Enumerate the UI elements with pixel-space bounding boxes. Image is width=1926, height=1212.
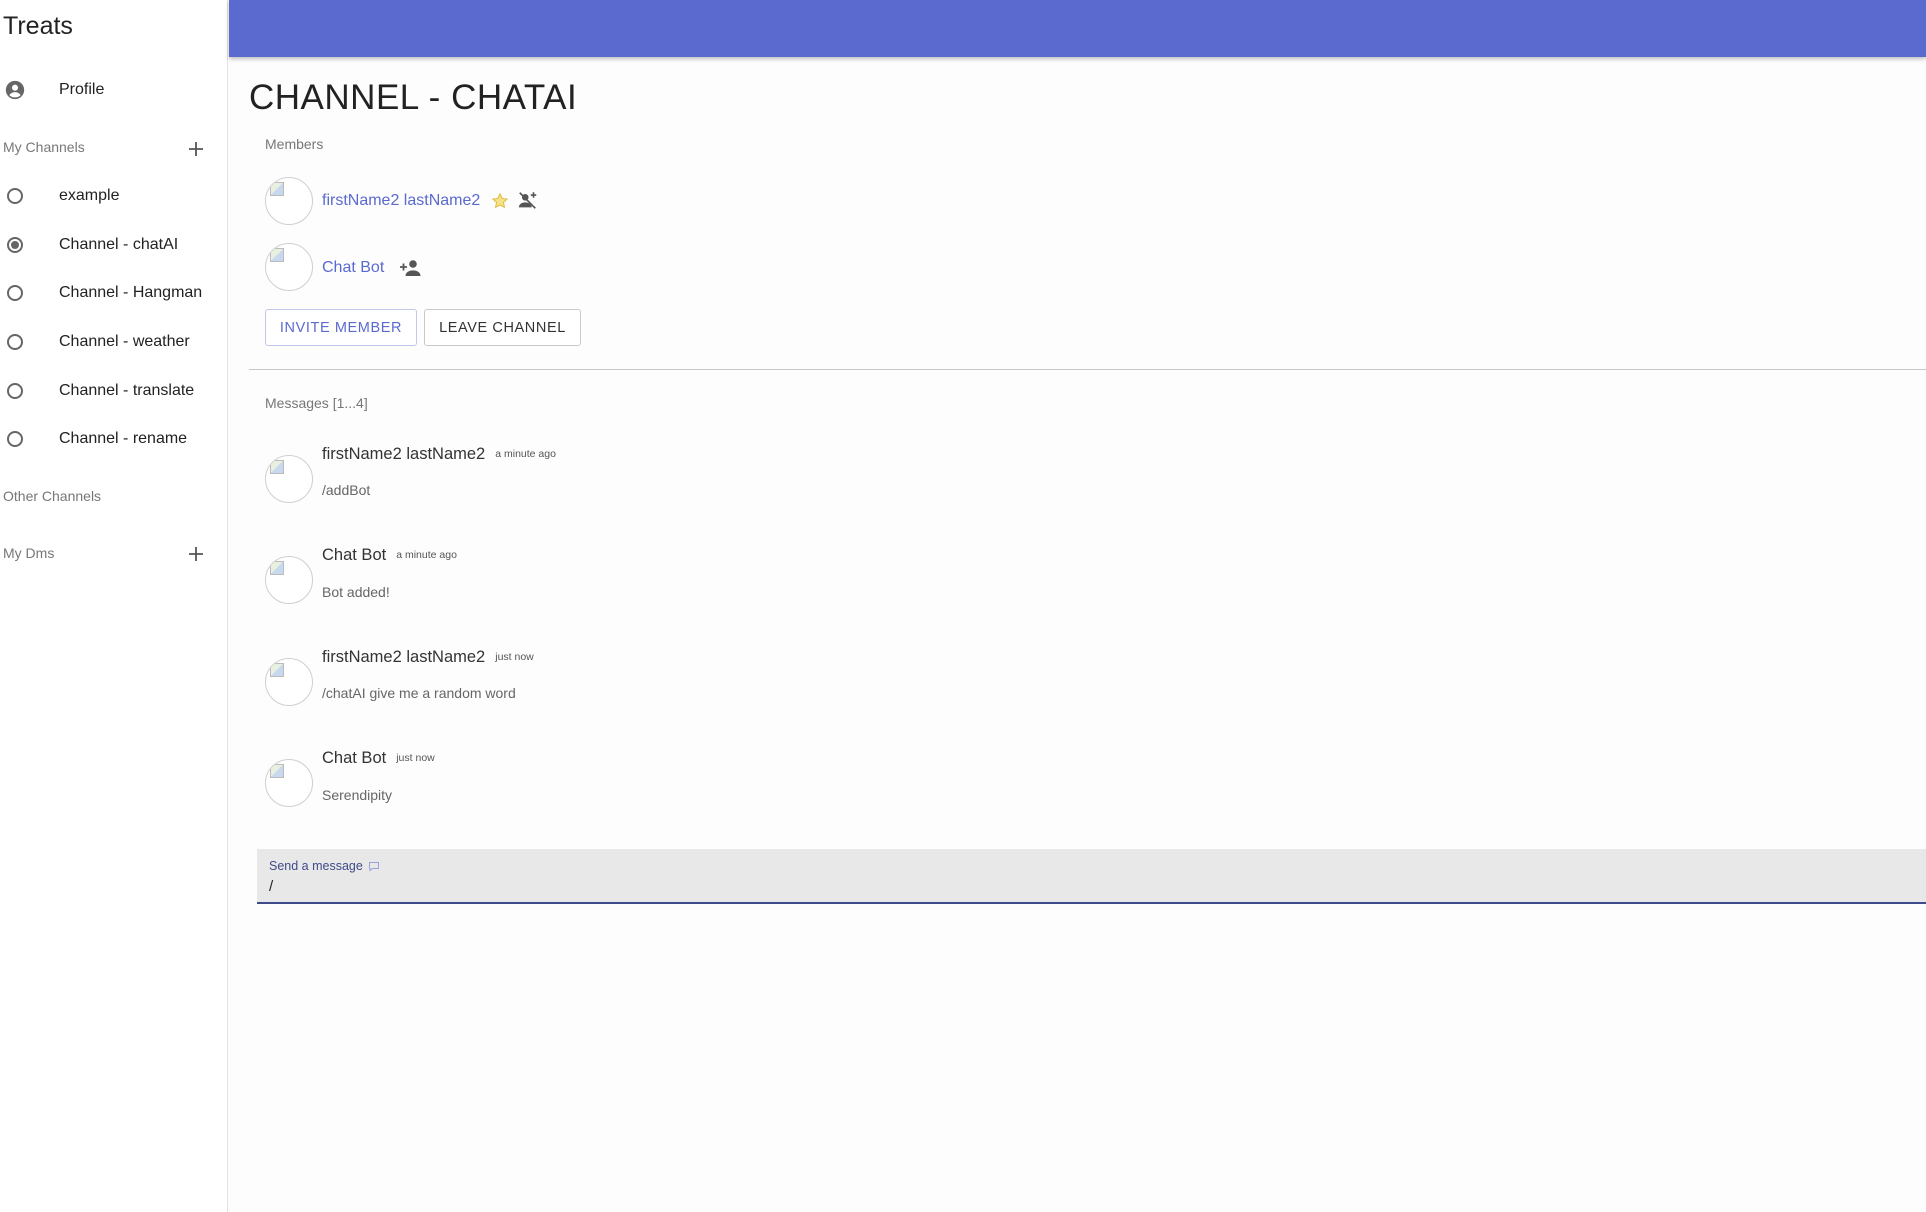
my-dms-heading: My Dms <box>3 545 55 561</box>
message-text: Bot added! <box>322 584 390 600</box>
messages-heading: Messages [1...4] <box>265 395 368 411</box>
composer-label-row: Send a message <box>269 859 380 873</box>
message-text: Serendipity <box>322 787 393 803</box>
sidebar-item-channel[interactable]: Channel - weather <box>0 322 228 362</box>
star-icon <box>487 190 513 212</box>
plus-icon <box>189 547 203 561</box>
add-channel-button[interactable] <box>184 137 208 161</box>
message-sender: firstName2 lastName2 <box>322 445 486 463</box>
message-header: firstName2 lastName2 a minute ago <box>322 445 556 464</box>
composer-label: Send a message <box>269 859 363 873</box>
message-header: Chat Bot just now <box>322 749 435 768</box>
member-name-link[interactable]: Chat Bot <box>322 259 384 277</box>
message-timestamp: just now <box>495 651 534 663</box>
sidebar-item-label: Channel - translate <box>59 382 195 399</box>
leave-channel-button[interactable]: LEAVE CHANNEL <box>424 309 581 346</box>
message-text: /addBot <box>322 482 371 498</box>
message-header: Chat Bot a minute ago <box>322 546 457 565</box>
divider <box>249 369 1926 370</box>
avatar <box>265 177 313 225</box>
sidebar-item-channel[interactable]: Channel - rename <box>0 419 228 459</box>
radio-unchecked-icon <box>4 380 26 402</box>
sidebar-item-profile[interactable]: Profile <box>0 70 228 110</box>
message-timestamp: just now <box>396 752 435 764</box>
sidebar-item-label: Profile <box>59 81 105 98</box>
message-sender: Chat Bot <box>322 749 387 767</box>
my-channels-heading: My Channels <box>3 139 85 155</box>
sidebar-item-channel[interactable]: Channel - translate <box>0 371 228 411</box>
member-name-link[interactable]: firstName2 lastName2 <box>322 192 480 210</box>
message-header: firstName2 lastName2 just now <box>322 648 534 667</box>
plus-icon <box>189 142 203 156</box>
sidebar-item-label: Channel - chatAI <box>59 236 179 253</box>
radio-unchecked-icon <box>4 185 26 207</box>
sidebar-item-channel[interactable]: Channel - Hangman <box>0 273 228 313</box>
sidebar-item-channel[interactable]: example <box>0 176 228 216</box>
sidebar-item-label: Channel - Hangman <box>59 284 203 301</box>
avatar <box>265 455 313 503</box>
page-title: CHANNEL - CHATAI <box>249 78 578 117</box>
avatar <box>265 658 313 706</box>
radio-unchecked-icon <box>4 331 26 353</box>
app-header-bar <box>229 0 1926 57</box>
app-title: Treats <box>3 12 73 40</box>
message-timestamp: a minute ago <box>396 549 457 561</box>
other-channels-heading: Other Channels <box>3 488 102 504</box>
members-heading: Members <box>265 136 324 152</box>
message-input[interactable] <box>269 875 1909 897</box>
message-sender: firstName2 lastName2 <box>322 648 486 666</box>
add-dm-button[interactable] <box>184 542 208 566</box>
sidebar-item-label: Channel - rename <box>59 430 188 447</box>
add-person-icon[interactable] <box>397 257 423 279</box>
invite-member-button[interactable]: INVITE MEMBER <box>265 309 417 346</box>
radio-checked-icon <box>4 234 26 256</box>
chat-bubble-icon <box>368 861 379 872</box>
radio-unchecked-icon <box>4 282 26 304</box>
sidebar: Treats Profile My Channels example Chann… <box>0 0 228 1212</box>
message-sender: Chat Bot <box>322 546 387 564</box>
avatar <box>265 759 313 807</box>
sidebar-item-channel[interactable]: Channel - chatAI <box>0 225 228 265</box>
avatar <box>265 556 313 604</box>
sidebar-item-label: Channel - weather <box>59 333 190 350</box>
radio-unchecked-icon <box>4 428 26 450</box>
account-circle-icon <box>4 79 26 101</box>
message-text: /chatAI give me a random word <box>322 685 516 701</box>
sidebar-item-label: example <box>59 187 120 204</box>
message-composer[interactable]: Send a message <box>257 849 1926 904</box>
avatar <box>265 243 313 291</box>
remove-owner-icon[interactable] <box>515 190 541 212</box>
message-timestamp: a minute ago <box>495 448 556 460</box>
